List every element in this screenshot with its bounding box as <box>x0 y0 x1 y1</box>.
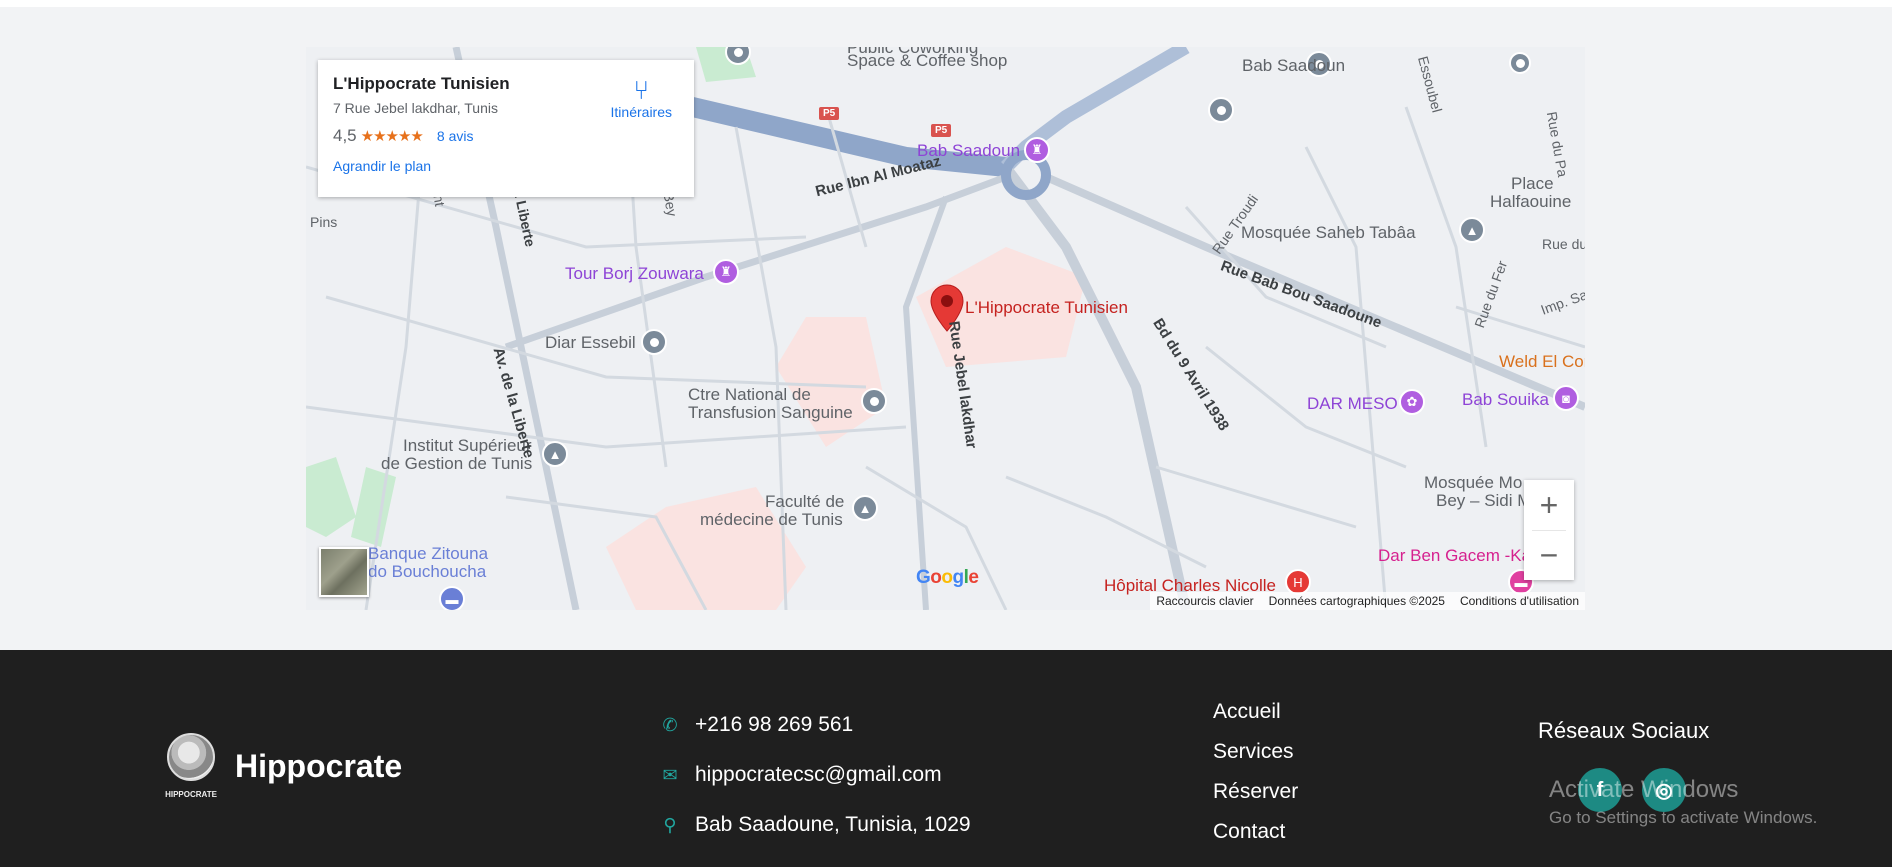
rating-row: 4,5 ★★★★★ 8 avis <box>333 126 679 146</box>
monument-icon[interactable]: ♜ <box>1024 137 1050 163</box>
reviews-link[interactable]: 8 avis <box>437 128 474 144</box>
phone-number: +216 98 269 561 <box>695 713 854 736</box>
label-ctre-national-2: Transfusion Sanguine <box>688 403 853 422</box>
directions-icon: ⑂ <box>633 75 650 105</box>
zoom-divider <box>1532 530 1566 531</box>
label-mosquee-moi-2: Bey – Sidi M <box>1436 491 1532 510</box>
place-info-card: L'Hippocrate Tunisien 7 Rue Jebel lakdha… <box>318 60 694 197</box>
nav-reserver[interactable]: Réserver <box>1213 772 1298 812</box>
label-place-1: Place <box>1511 174 1554 193</box>
label-space-coffee: Space & Coffee shop <box>847 51 1008 70</box>
label-mosquee-saheb: Mosquée Saheb Tabâa <box>1241 223 1416 242</box>
nav-accueil[interactable]: Accueil <box>1213 692 1298 732</box>
hippocrate-logo: HIPPOCRATE <box>165 733 217 799</box>
instagram-icon[interactable]: ◎ <box>1642 768 1686 812</box>
label-institut-2: de Gestion de Tunis <box>381 454 533 473</box>
brand-name: Hippocrate <box>235 747 403 784</box>
label-banque-2: do Bouchoucha <box>368 562 487 581</box>
faculte-icon[interactable]: ▲ <box>852 495 878 521</box>
label-rue-du: Rue du <box>1542 236 1585 252</box>
transfusion-icon[interactable] <box>861 388 887 414</box>
label-banque-1: Banque Zitouna <box>368 544 489 563</box>
art-gallery-icon[interactable]: ✿ <box>1399 389 1425 415</box>
label-weld-el-cor: Weld El Cor <box>1499 352 1585 371</box>
postal-address: Bab Saadoune, Tunisia, 1029 <box>695 813 971 836</box>
social-icons: f ◎ <box>1578 768 1709 812</box>
label-faculte-1: Faculté de <box>765 492 845 511</box>
nav-contact[interactable]: Contact <box>1213 812 1298 852</box>
phone-row[interactable]: ✆ +216 98 269 561 <box>655 700 971 750</box>
email-address: hippocratecsc@gmail.com <box>695 763 942 786</box>
logo-caption: HIPPOCRATE <box>165 790 217 799</box>
embedded-map[interactable]: ♜ ♜ ▲ ▲ ▲ ✿ ◙ H ▬ ▬ P5 P5 L'Hippocrate T… <box>306 47 1585 610</box>
label-mosquee-moi-1: Mosquée Mo <box>1424 473 1523 492</box>
label-dar-ben-gacem: Dar Ben Gacem -Ka <box>1378 546 1532 565</box>
satellite-toggle[interactable] <box>319 547 369 597</box>
tour-borj-icon[interactable]: ♜ <box>713 259 739 285</box>
label-place-2: Halfaouine <box>1490 192 1572 211</box>
footer-nav: Accueil Services Réserver Contact <box>1213 692 1298 852</box>
contact-info: ✆ +216 98 269 561 ✉ hippocratecsc@gmail.… <box>655 700 971 850</box>
address-row: ⚲ Bab Saadoune, Tunisia, 1029 <box>655 800 971 850</box>
label-diar-essebil: Diar Essebil <box>545 333 636 352</box>
site-footer: HIPPOCRATE Hippocrate ✆ +216 98 269 561 … <box>0 650 1892 867</box>
camera-icon[interactable]: ◙ <box>1553 385 1579 411</box>
facebook-icon[interactable]: f <box>1578 768 1622 812</box>
bus-stop-icon[interactable] <box>1509 52 1531 74</box>
label-ctre-national-1: Ctre National de <box>688 385 811 404</box>
label-tour-borj: Tour Borj Zouwara <box>565 264 704 283</box>
label-dar-meso: DAR MESO <box>1307 394 1398 413</box>
phone-icon: ✆ <box>662 714 678 735</box>
zoom-controls: + − <box>1524 480 1574 580</box>
school-icon[interactable]: ▲ <box>542 441 568 467</box>
enlarge-map-link[interactable]: Agrandir le plan <box>333 158 679 174</box>
bab-saadoun-poi-icon[interactable] <box>1208 97 1234 123</box>
terms-link[interactable]: Conditions d'utilisation <box>1460 594 1579 608</box>
label-bab-saadoun-top: Bab Saadoun <box>1242 56 1346 75</box>
map-data-link[interactable]: Données cartographiques ©2025 <box>1269 594 1445 608</box>
google-logo: Google <box>916 567 979 588</box>
map-pin-icon: ⚲ <box>663 814 677 835</box>
top-strip <box>0 0 1892 7</box>
nav-services[interactable]: Services <box>1213 732 1298 772</box>
envelope-icon: ✉ <box>662 764 678 785</box>
rating-value: 4,5 <box>333 126 357 145</box>
bank-icon[interactable]: ▬ <box>439 586 465 610</box>
footer-brand[interactable]: HIPPOCRATE Hippocrate <box>165 733 402 799</box>
mosque-icon[interactable]: ▲ <box>1459 217 1485 243</box>
zoom-out-button[interactable]: − <box>1524 530 1574 580</box>
label-faculte-2: médecine de Tunis <box>700 510 843 529</box>
directions-button[interactable]: ⑂ Itinéraires <box>611 76 672 120</box>
rating-stars-icon: ★★★★★ <box>360 128 424 145</box>
zoom-in-button[interactable]: + <box>1524 480 1574 530</box>
social-section: Réseaux Sociaux f ◎ <box>1538 718 1709 812</box>
p5-shield-2: P5 <box>931 124 952 137</box>
keyboard-shortcuts-link[interactable]: Raccourcis clavier <box>1156 594 1253 608</box>
email-row[interactable]: ✉ hippocratecsc@gmail.com <box>655 750 971 800</box>
p5-shield: P5 <box>819 107 840 120</box>
marker-label: L'Hippocrate Tunisien <box>965 298 1128 317</box>
label-bab-souika: Bab Souika <box>1462 390 1549 409</box>
label-institut-1: Institut Supérieur <box>403 436 532 455</box>
directions-label: Itinéraires <box>610 104 672 120</box>
diar-essebil-icon[interactable] <box>641 329 667 355</box>
map-attribution: Raccourcis clavier Données cartographiqu… <box>1150 592 1585 610</box>
label-pins: Pins <box>310 214 338 230</box>
social-title: Réseaux Sociaux <box>1538 718 1710 743</box>
